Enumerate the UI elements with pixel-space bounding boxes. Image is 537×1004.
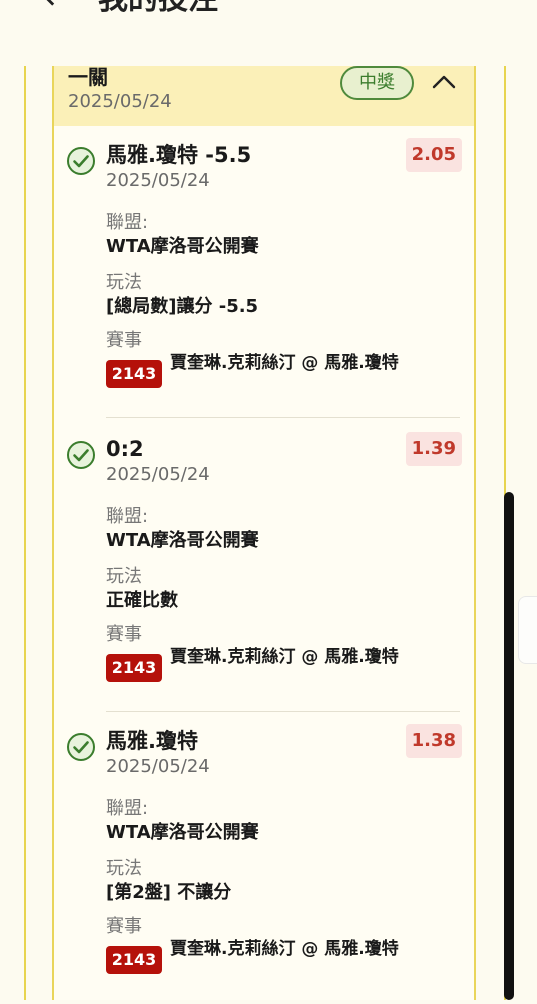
selection-date: 2025/05/24 [106,170,210,191]
play-label: 玩法 [106,566,142,587]
event-label: 賽事 [106,330,142,351]
odds-badge: 1.38 [405,724,462,758]
event-label: 賽事 [106,916,142,937]
play-label: 玩法 [106,858,142,879]
back-arrow-icon[interactable]: ← [44,0,73,18]
bet-card-header[interactable]: 一關 2025/05/24 中獎 [54,65,474,126]
check-circle-icon [67,147,95,175]
event-id-badge: 2143 [106,946,162,974]
chevron-up-icon[interactable] [430,68,458,96]
odds-badge: 1.39 [405,432,462,466]
event-label: 賽事 [106,624,142,645]
selection-name: 馬雅.瓊特 [106,729,198,753]
league-label: 聯盟: [106,212,149,233]
league-value: WTA摩洛哥公開賽 [106,822,259,843]
event-id-badge: 2143 [106,360,162,388]
bet-type: 一關 [68,65,108,89]
league-value: WTA摩洛哥公開賽 [106,530,259,551]
check-circle-icon [67,733,95,761]
divider [106,417,460,418]
league-value: WTA摩洛哥公開賽 [106,236,259,257]
play-label: 玩法 [106,272,142,293]
selection-date: 2025/05/24 [106,464,210,485]
selection-item: 馬雅.瓊特 -5.5 2025/05/24 2.05 聯盟: WTA摩洛哥公開賽… [54,126,474,418]
side-drawer-handle[interactable] [518,596,537,664]
selection-name: 0:2 [106,437,144,461]
event-name: 賈奎琳.克莉絲汀 @ 馬雅.瓊特 [170,939,399,959]
play-value: [總局數]讓分 -5.5 [106,296,259,317]
league-label: 聯盟: [106,798,149,819]
play-value: 正確比數 [106,590,178,611]
event-name: 賈奎琳.克莉絲汀 @ 馬雅.瓊特 [170,647,399,667]
selection-name: 馬雅.瓊特 -5.5 [106,143,252,167]
status-badge: 中獎 [340,66,414,100]
event-name: 賈奎琳.克莉絲汀 @ 馬雅.瓊特 [170,353,399,373]
page-title: 我的投注 [98,0,218,20]
bet-card: 一關 2025/05/24 中獎 馬雅.瓊特 -5.5 2025/05/24 2… [52,65,476,1000]
odds-badge: 2.05 [405,138,462,172]
selection-item: 0:2 2025/05/24 1.39 聯盟: WTA摩洛哥公開賽 玩法 正確比… [54,420,474,712]
selection-date: 2025/05/24 [106,756,210,777]
selection-item: 馬雅.瓊特 2025/05/24 1.38 聯盟: WTA摩洛哥公開賽 玩法 [… [54,712,474,1004]
league-label: 聯盟: [106,506,149,527]
bet-date: 2025/05/24 [68,91,172,112]
scrollbar[interactable] [504,492,514,1000]
event-id-badge: 2143 [106,654,162,682]
check-circle-icon [67,441,95,469]
play-value: [第2盤] 不讓分 [106,882,232,903]
top-bar: ← 我的投注 [0,0,537,20]
